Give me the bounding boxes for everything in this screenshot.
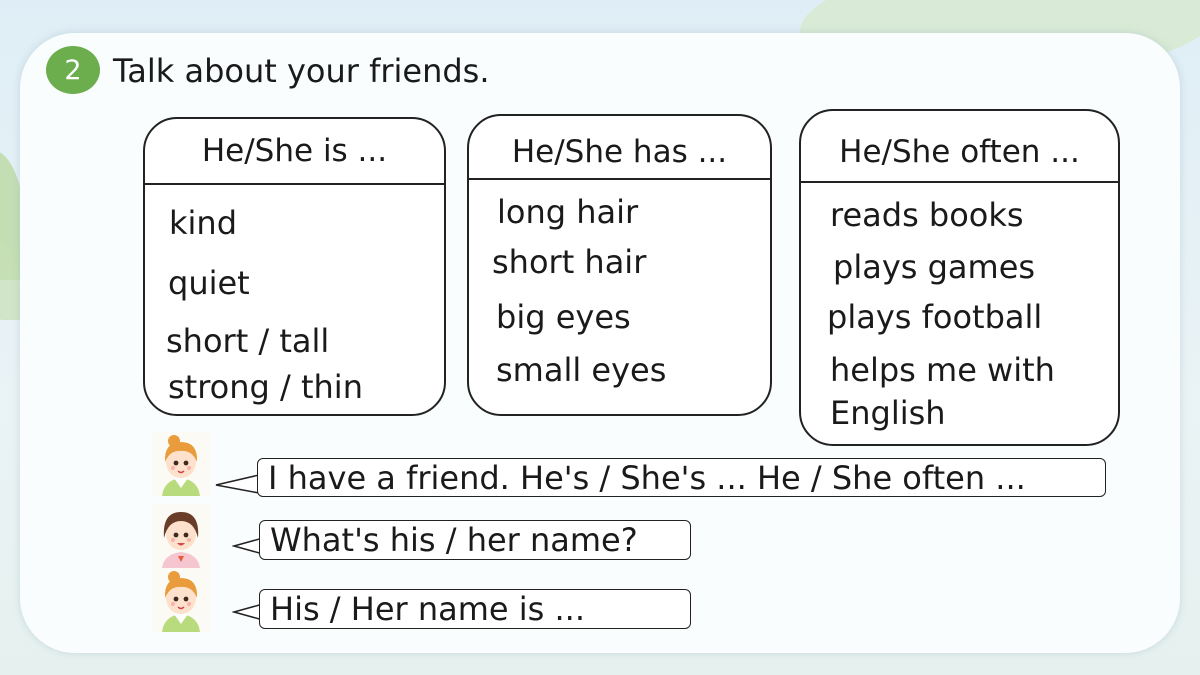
word-box-title: He/She often ... (801, 111, 1118, 183)
word-box-he-she-often: He/She often ... reads books plays games… (799, 109, 1120, 446)
word-item: plays games (833, 248, 1036, 286)
word-item: strong / thin (168, 368, 363, 406)
word-item: short / tall (166, 322, 330, 360)
speech-bubble: I have a friend. He's / She's ... He / S… (257, 458, 1106, 497)
word-item: reads books (830, 196, 1024, 234)
speech-bubble-tail (215, 474, 260, 494)
girl-avatar-icon (152, 432, 210, 496)
word-item: plays football (827, 298, 1043, 336)
word-item: helps me with (830, 351, 1055, 389)
word-box-he-she-has: He/She has ... long hair short hair big … (467, 114, 772, 416)
exercise-instruction: Talk about your friends. (113, 52, 490, 90)
girl-avatar-icon (152, 504, 210, 568)
word-item: kind (169, 204, 238, 242)
word-item: small eyes (496, 351, 667, 389)
exercise-number-badge: 2 (46, 46, 100, 94)
word-item: short hair (492, 243, 647, 281)
word-item: big eyes (496, 298, 631, 336)
word-box-title: He/She has ... (469, 116, 770, 180)
word-box-title: He/She is ... (145, 119, 444, 185)
word-box-he-she-is: He/She is ... kind quiet short / tall st… (143, 117, 446, 416)
word-item: quiet (168, 264, 250, 302)
word-item: long hair (497, 193, 639, 231)
speech-bubble: What's his / her name? (259, 520, 691, 560)
word-item: English (830, 394, 946, 432)
speech-bubble: His / Her name is ... (259, 589, 691, 629)
girl-avatar-icon (152, 568, 210, 632)
